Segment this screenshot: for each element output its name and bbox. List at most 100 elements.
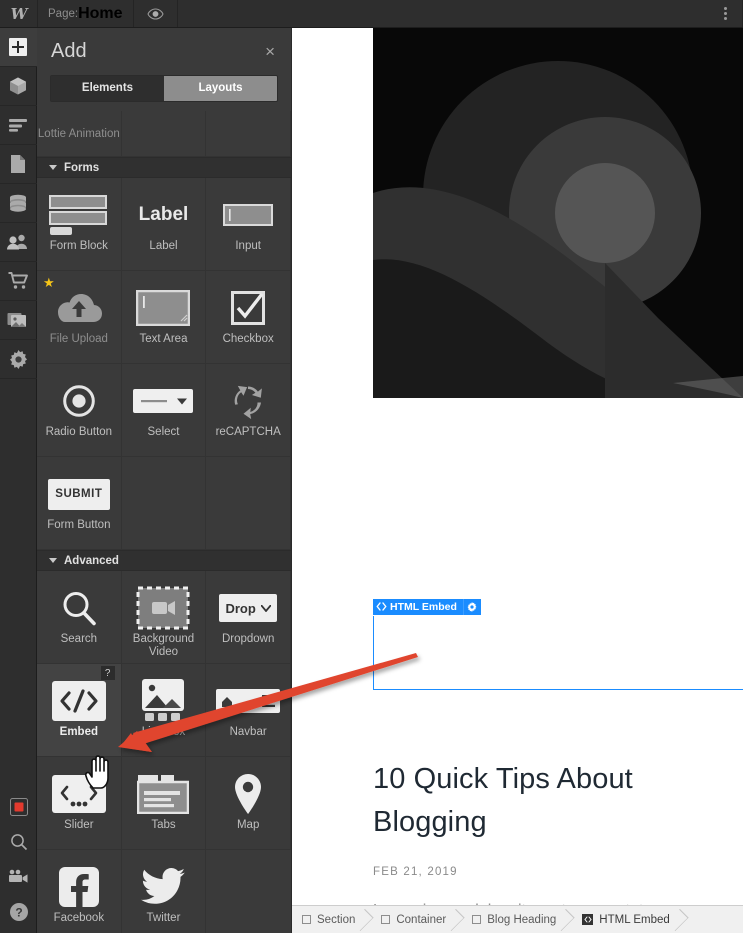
rail-item-search[interactable] xyxy=(0,824,37,859)
cube-icon xyxy=(10,77,26,95)
section-header-advanced[interactable]: Advanced xyxy=(37,550,291,571)
rail-item-video-tutorials[interactable] xyxy=(0,859,37,894)
kebab-dot xyxy=(724,17,727,20)
preview-toggle[interactable] xyxy=(134,0,178,27)
rail-item-pages[interactable] xyxy=(0,145,37,184)
element-map[interactable]: Map xyxy=(206,757,291,850)
breadcrumb-label: HTML Embed xyxy=(599,913,670,926)
element-input[interactable]: Input xyxy=(206,178,291,271)
element-twitter[interactable]: Twitter xyxy=(121,850,207,933)
html-embed-element[interactable]: HTML Embed xyxy=(373,598,743,690)
webflow-designer: W Page: Home ? Add × Elements Layouts Lo… xyxy=(0,0,743,933)
top-bar: W Page: Home xyxy=(0,0,743,28)
element-form-block[interactable]: Form Block xyxy=(37,178,122,271)
element-label: Radio Button xyxy=(45,426,113,438)
rail-item-audit[interactable] xyxy=(0,789,37,824)
rail-item-navigator[interactable] xyxy=(0,106,37,145)
blog-post-preview: 10 Quick Tips About Blogging FEB 21, 201… xyxy=(373,758,713,905)
square-icon xyxy=(381,915,391,924)
rail-item-cms[interactable] xyxy=(0,184,37,223)
grid-cell-empty xyxy=(121,457,207,550)
element-lottie-animation[interactable]: Lottie Animation xyxy=(37,111,122,157)
element-label-tag[interactable]: HTML Embed xyxy=(373,598,481,615)
embed-drop-area[interactable] xyxy=(373,616,743,690)
more-options-button[interactable] xyxy=(709,0,743,27)
twitter-icon xyxy=(141,864,186,910)
code-icon xyxy=(373,599,390,615)
rail-item-add[interactable] xyxy=(0,28,37,67)
webflow-logo[interactable]: W xyxy=(0,0,38,27)
breadcrumb-item-html-embed[interactable]: HTML Embed xyxy=(572,906,686,933)
element-label: Search xyxy=(60,633,98,645)
element-label: Form Button xyxy=(47,519,111,531)
breadcrumb-label: Blog Heading xyxy=(487,913,557,926)
element-label: Slider xyxy=(64,819,94,831)
submit-button-icon: SUBMIT xyxy=(47,471,110,517)
background-video-icon xyxy=(136,585,190,631)
breadcrumb-item-section[interactable]: Section xyxy=(292,906,371,933)
section-header-forms[interactable]: Forms xyxy=(37,157,291,178)
kebab-dot xyxy=(724,7,727,10)
label-icon: Label xyxy=(138,204,189,225)
gear-icon[interactable] xyxy=(462,598,481,615)
element-search[interactable]: Search xyxy=(37,571,122,664)
element-label: Lottie Animation xyxy=(37,128,120,140)
element-text-area[interactable]: Text Area xyxy=(121,271,207,364)
checkbox-icon xyxy=(231,285,266,331)
add-panel-header: Add × xyxy=(37,28,291,75)
search-icon xyxy=(10,833,27,850)
page-indicator[interactable]: Page: Home xyxy=(38,0,134,27)
design-canvas[interactable]: HTML Embed 10 Quick Tips About Blogging … xyxy=(292,28,743,905)
element-tabs[interactable]: Tabs xyxy=(121,757,207,850)
element-checkbox[interactable]: Checkbox xyxy=(206,271,291,364)
breadcrumb-item-blog-heading[interactable]: Blog Heading xyxy=(462,906,572,933)
rail-item-components[interactable] xyxy=(0,67,37,106)
plus-icon xyxy=(9,38,27,56)
element-recaptcha[interactable]: reCAPTCHA xyxy=(206,364,291,457)
database-icon xyxy=(10,194,26,212)
element-background-video[interactable]: Background Video xyxy=(121,571,207,664)
rail-item-settings[interactable] xyxy=(0,340,37,379)
dropdown-art-label: Drop xyxy=(225,600,256,616)
left-toolbar: ? xyxy=(0,28,37,933)
element-label[interactable]: Label Label xyxy=(121,178,207,271)
rail-item-help[interactable]: ? xyxy=(0,894,37,929)
breadcrumb-item-container[interactable]: Container xyxy=(371,906,462,933)
element-embed[interactable]: ? Embed xyxy=(37,664,122,757)
element-tag-label: HTML Embed xyxy=(390,600,457,613)
rail-bottom-group: ? xyxy=(0,789,37,929)
people-icon xyxy=(7,234,27,250)
panel-title: Add xyxy=(51,40,87,62)
square-icon xyxy=(472,915,482,924)
element-label: Map xyxy=(236,819,260,831)
element-lightbox[interactable]: Lightbox xyxy=(121,664,207,757)
element-dropdown[interactable]: Drop Dropdown xyxy=(206,571,291,664)
rail-item-users[interactable] xyxy=(0,223,37,262)
page-prefix-label: Page: xyxy=(48,7,79,20)
element-navbar[interactable]: Navbar xyxy=(206,664,291,757)
element-radio-button[interactable]: Radio Button xyxy=(37,364,122,457)
rail-item-ecommerce[interactable] xyxy=(0,262,37,301)
page-icon xyxy=(11,155,25,173)
element-select[interactable]: Select xyxy=(121,364,207,457)
select-icon xyxy=(133,378,194,424)
panel-scroll-area[interactable]: Lottie Animation Forms Form Block Label … xyxy=(37,111,291,933)
post-title[interactable]: 10 Quick Tips About Blogging xyxy=(373,758,713,844)
partial-row: Lottie Animation xyxy=(37,111,291,157)
element-facebook[interactable]: Facebook xyxy=(37,850,122,933)
grid-cell-empty xyxy=(206,457,291,550)
element-label: Form Block xyxy=(49,240,108,252)
kebab-dot xyxy=(724,12,727,15)
navbar-icon xyxy=(216,678,281,724)
tab-layouts[interactable]: Layouts xyxy=(164,76,277,101)
hero-image[interactable] xyxy=(373,28,743,398)
close-icon[interactable]: × xyxy=(265,43,275,60)
code-embed-icon xyxy=(51,678,106,724)
element-file-upload[interactable]: ★ File Upload xyxy=(37,271,122,364)
help-badge-icon[interactable]: ? xyxy=(100,666,115,680)
element-label: Navbar xyxy=(229,726,267,738)
chevron-down-icon xyxy=(49,558,57,563)
element-form-button[interactable]: SUBMIT Form Button xyxy=(37,457,122,550)
tab-elements[interactable]: Elements xyxy=(51,76,164,101)
rail-item-assets[interactable] xyxy=(0,301,37,340)
